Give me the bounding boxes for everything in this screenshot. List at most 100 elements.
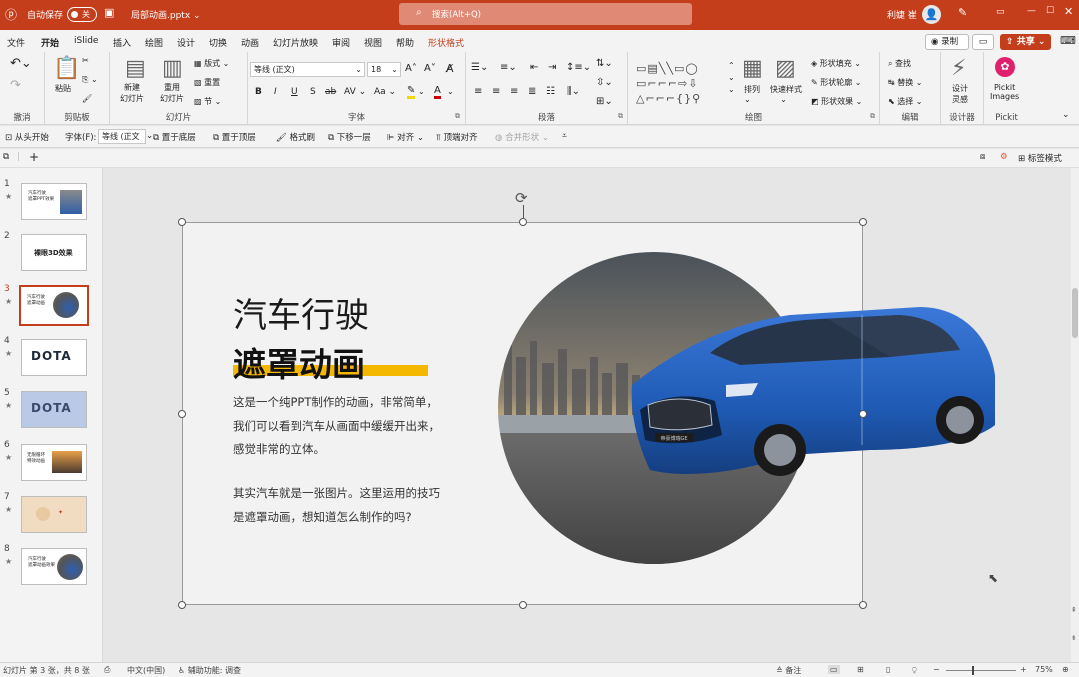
resize-handle[interactable] bbox=[178, 601, 186, 609]
tab-transitions[interactable]: 切换 bbox=[209, 36, 227, 49]
align-center-icon[interactable]: ≡ bbox=[492, 86, 500, 97]
font-color-icon[interactable]: A bbox=[434, 85, 441, 99]
replace-button[interactable]: ↹ 替换 ⌄ bbox=[888, 77, 923, 88]
resize-handle[interactable] bbox=[178, 218, 186, 226]
design-ideas-button[interactable]: 设计 灵感 bbox=[952, 83, 968, 105]
char-spacing-button[interactable]: AV ⌄ bbox=[344, 87, 366, 97]
decrease-indent-icon[interactable]: ⇤ bbox=[530, 62, 538, 73]
zoom-slider-thumb[interactable] bbox=[972, 666, 974, 675]
italic-button[interactable]: I bbox=[274, 87, 277, 97]
reset-button[interactable]: ▧ 重置 bbox=[194, 77, 220, 88]
slide-thumbnail[interactable]: 无限循环 特效动画 bbox=[21, 444, 87, 481]
slide-thumbnail[interactable]: 汽车行驶 遮罩PPT效果 bbox=[21, 183, 87, 220]
close-icon[interactable]: ✕ bbox=[1064, 5, 1073, 18]
find-button[interactable]: ⌕ 查找 bbox=[888, 58, 911, 69]
bold-button[interactable]: B bbox=[255, 87, 262, 97]
tab-view[interactable]: 视图 bbox=[364, 36, 382, 49]
slide-thumbnail[interactable]: ✦ bbox=[21, 496, 87, 533]
resize-handle[interactable] bbox=[519, 601, 527, 609]
tag-mode-button[interactable]: ⊞ 标签模式 bbox=[1018, 152, 1062, 164]
tab-design[interactable]: 设计 bbox=[177, 36, 195, 49]
justify-icon[interactable]: ≣ bbox=[528, 86, 536, 97]
redo-icon[interactable]: ↷ bbox=[10, 78, 21, 93]
autosave-toggle[interactable]: 关 bbox=[67, 7, 97, 22]
outline-view-icon[interactable]: ⧉ bbox=[3, 152, 9, 162]
share-button[interactable]: ⇪ 共享 ⌄ bbox=[1000, 34, 1051, 50]
cut-icon[interactable]: ✂ bbox=[82, 56, 89, 65]
paste-button[interactable]: 粘贴 bbox=[55, 83, 71, 94]
add-section-icon[interactable]: + bbox=[29, 150, 39, 164]
font-name-select[interactable]: 等线 (正文) ⌄ bbox=[250, 62, 365, 77]
align-left-icon[interactable]: ≡ bbox=[474, 86, 482, 97]
comment-button[interactable]: ▭ bbox=[972, 34, 994, 50]
tab-draw[interactable]: 绘图 bbox=[145, 36, 163, 49]
reading-view-icon[interactable]: ▯ bbox=[886, 665, 890, 674]
select-button[interactable]: ⬉ 选择 ⌄ bbox=[888, 96, 923, 107]
pickit-images-button[interactable]: Pickit Images bbox=[990, 83, 1019, 101]
shape-effects-button[interactable]: ◩ 形状效果 ⌄ bbox=[811, 96, 862, 107]
arrange-icon[interactable]: ▦ bbox=[742, 56, 763, 81]
clear-format-icon[interactable]: A̸ bbox=[446, 62, 454, 75]
slide-thumbnail[interactable]: DOTA bbox=[21, 391, 87, 428]
record-button[interactable]: ◉ 录制 bbox=[925, 34, 969, 50]
text-direction-icon[interactable]: ⇅⌄ bbox=[596, 58, 613, 69]
filename-dropdown[interactable]: 局部动画.pptx ⌄ bbox=[131, 8, 201, 21]
align-right-icon[interactable]: ≡ bbox=[510, 86, 518, 97]
format-painter-button[interactable]: 🖌 格式刷 bbox=[276, 131, 315, 143]
font-size-select[interactable]: 18 ⌄ bbox=[367, 62, 401, 77]
line-spacing-icon[interactable]: ↕≡⌄ bbox=[566, 62, 591, 73]
notes-button[interactable]: ≙ 备注 bbox=[776, 665, 801, 676]
reuse-slide-button[interactable]: 重用 幻灯片 bbox=[160, 82, 184, 104]
tab-shape-format[interactable]: 形状格式 bbox=[428, 36, 464, 49]
shapes-gallery-more-icon[interactable]: ⌃ ⌄ ⌄ bbox=[728, 60, 735, 96]
numbering-icon[interactable]: ≡⌄ bbox=[500, 62, 517, 73]
smartart-icon[interactable]: ⊞⌄ bbox=[596, 96, 613, 107]
shape-fill-button[interactable]: ◈ 形状填充 ⌄ bbox=[811, 58, 861, 69]
grow-font-icon[interactable]: A˄ bbox=[405, 63, 417, 74]
car-mask-image[interactable]: 帝豪博瑞GE bbox=[490, 245, 1030, 575]
pen-icon[interactable]: ✎ bbox=[958, 6, 967, 19]
tab-file[interactable]: 文件 bbox=[7, 36, 25, 49]
change-case-button[interactable]: Aa ⌄ bbox=[374, 87, 396, 97]
language-status[interactable]: 中文(中国) bbox=[127, 665, 165, 676]
slide-paragraph-2[interactable]: 其实汽车就是一张图片。这里运用的技巧是遮罩动画，想知道怎么制作的吗? bbox=[233, 482, 440, 529]
save-icon[interactable]: ▣ bbox=[104, 6, 114, 19]
send-to-back-button[interactable]: ⧉ 置于底层 bbox=[153, 131, 196, 143]
align-button[interactable]: ⊫ 对齐 ⌄ bbox=[387, 131, 424, 143]
resize-handle[interactable] bbox=[178, 410, 186, 418]
tab-home[interactable]: 开始 bbox=[41, 36, 60, 55]
slide-thumbnail[interactable]: 汽车行驶 遮罩动画效果 bbox=[21, 548, 87, 585]
rotate-handle-icon[interactable]: ⟳ bbox=[515, 189, 528, 207]
slide-thumbnail[interactable]: 裸眼3D效果 bbox=[21, 234, 87, 271]
slide-thumbnail-current[interactable]: 汽车行驶 遮罩动画 bbox=[19, 285, 89, 326]
from-start-button[interactable]: ⊡ 从头开始 bbox=[5, 131, 49, 143]
slideshow-view-icon[interactable]: ⍜ bbox=[912, 665, 917, 675]
arrange-button[interactable]: 排列 ⌄ bbox=[744, 84, 760, 104]
align-top-button[interactable]: ⫪ 顶端对齐 bbox=[436, 131, 478, 143]
customize-quickbar-icon[interactable]: ⩡ bbox=[562, 131, 567, 141]
resize-handle[interactable] bbox=[519, 218, 527, 226]
comments-pane-icon[interactable]: ⌨ bbox=[1060, 34, 1076, 47]
zoom-level[interactable]: 75% bbox=[1035, 665, 1053, 674]
format-painter-icon[interactable]: 🖌 bbox=[82, 94, 92, 103]
zoom-in-icon[interactable]: + bbox=[1020, 665, 1027, 674]
copy-icon[interactable]: ⎘ ⌄ bbox=[82, 75, 98, 85]
designer-icon[interactable]: ⚡ bbox=[951, 56, 966, 81]
columns-icon[interactable]: ⫼⌄ bbox=[567, 86, 580, 97]
slide-thumbnail[interactable]: DOTA bbox=[21, 339, 87, 376]
tab-help[interactable]: 帮助 bbox=[396, 36, 414, 49]
search-box[interactable]: ⌕ 搜索(Alt+Q) bbox=[399, 3, 692, 25]
avatar[interactable]: 👤 bbox=[922, 5, 941, 24]
slide-sorter-icon[interactable]: ⊞ bbox=[857, 665, 864, 674]
paste-icon[interactable]: 📋 bbox=[53, 56, 80, 81]
fit-to-window-icon[interactable]: ⊕ bbox=[1062, 665, 1069, 674]
font-color-dropdown[interactable]: ⌄ bbox=[447, 87, 454, 96]
spellcheck-icon[interactable]: ⎙ bbox=[104, 665, 110, 675]
zoom-out-icon[interactable]: − bbox=[933, 665, 940, 674]
strikethrough-button[interactable]: ab bbox=[325, 87, 336, 97]
distributed-icon[interactable]: ☷ bbox=[546, 86, 555, 97]
resize-handle[interactable] bbox=[859, 218, 867, 226]
resize-handle[interactable] bbox=[859, 410, 867, 418]
slide-title-line2[interactable]: 遮罩动画 bbox=[233, 338, 365, 386]
shapes-gallery[interactable]: ▭▤╲╲▭◯ ▭⌐⌐⌐⇨⇩ △⌐⌐⌐{}⚲ bbox=[636, 61, 728, 106]
